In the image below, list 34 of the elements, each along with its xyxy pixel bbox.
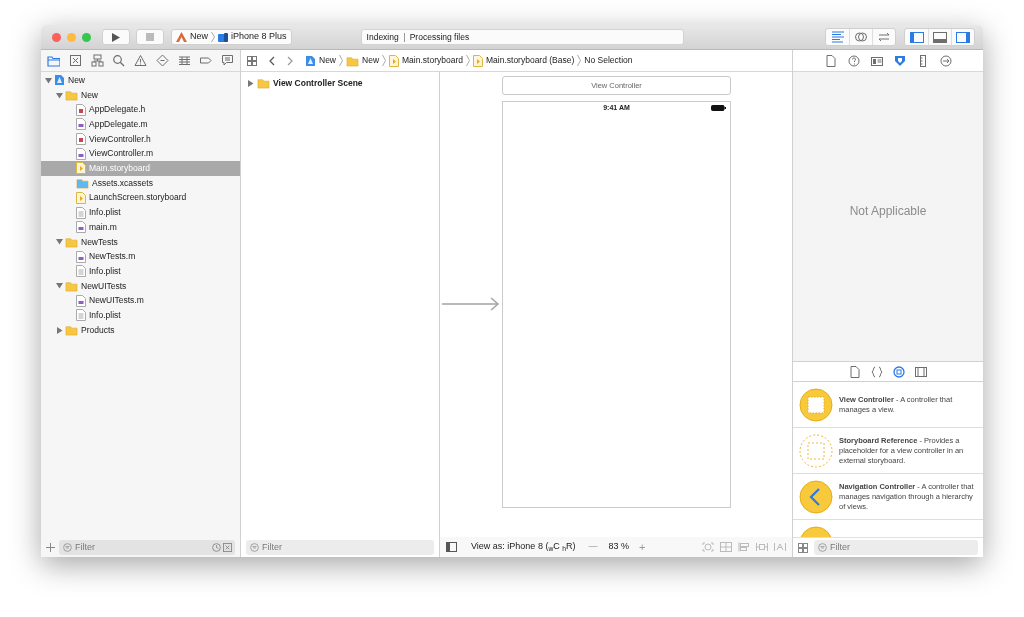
breadcrumb[interactable]: Main.storyboard [389,54,463,67]
breadcrumb[interactable]: New [305,54,336,67]
activity-status: Indexing [366,32,405,42]
filter-field[interactable]: Filter [59,539,235,555]
tree-row[interactable]: LaunchScreen.storyboard [41,190,240,206]
tree-row[interactable]: NewUITests.m [41,293,240,308]
tree-row[interactable]: Assets.xcassets [41,175,240,191]
tree-row[interactable]: Info.plist [41,308,240,323]
tree-row[interactable]: New [41,73,240,88]
filter-field[interactable]: Filter [814,540,978,555]
scene-row[interactable]: View Controller Scene [241,76,439,90]
empty-state-message: Not Applicable [849,202,927,220]
tree-row[interactable]: NewUITests [41,278,240,294]
tree-row[interactable]: NewTests [41,234,240,250]
filter-field[interactable]: Filter [246,539,434,555]
breadcrumb[interactable]: Main.storyboard (Base) [473,54,575,67]
breadcrumb[interactable]: No Selection [584,54,633,67]
scheme-selector[interactable]: New iPhone 8 Plus [171,29,292,45]
tree-row[interactable]: NewTests.m [41,249,240,264]
tree-row[interactable]: AppDelegate.h [41,102,240,118]
tree-row[interactable]: ViewController.m [41,146,240,162]
zoom-level: 83 % [608,540,630,554]
tree-row[interactable]: AppDelegate.m [41,117,240,132]
tree-row[interactable]: main.m [41,219,240,235]
device-name: iPhone 8 Plus [231,30,287,44]
activity-detail: Processing files [408,30,470,44]
tree-row[interactable]: Info.plist [41,263,240,279]
tree-row[interactable]: ViewController.h [41,131,240,147]
tree-row[interactable]: New [41,87,240,103]
tree-row[interactable]: Info.plist [41,205,240,220]
breadcrumb[interactable]: New [346,54,380,67]
tree-row[interactable]: Products [41,322,240,338]
scheme-name: New [190,30,208,44]
device-config-label[interactable]: View as: iPhone 8 ($_{w}$C $_{h}$R) [471,540,576,554]
